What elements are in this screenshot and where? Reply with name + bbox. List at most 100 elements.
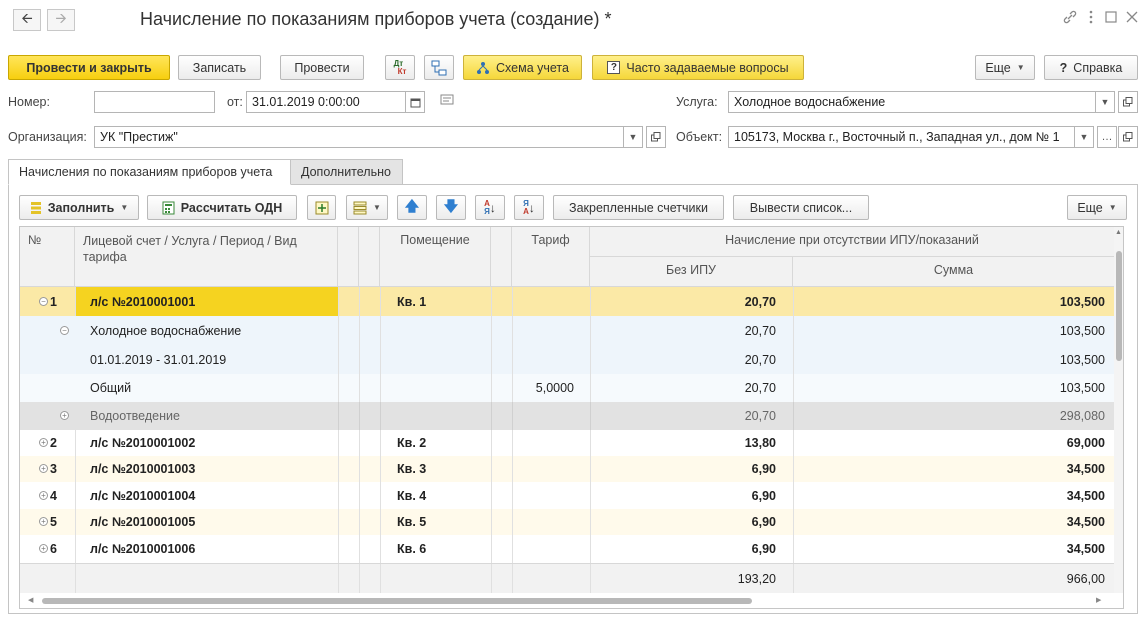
pinned-meters-button[interactable]: Закрепленные счетчики [553,195,724,220]
row-tariff [512,535,574,563]
table-row[interactable]: Общий 5,0000 20,70 103,500 [20,374,1115,402]
table-row[interactable]: +5 л/с №2010001005 Кв. 5 6,90 34,500 [20,509,1115,535]
collapse-icon[interactable]: − [39,297,48,306]
open-icon [1123,97,1133,107]
service-dropdown-button[interactable]: ▼ [1095,91,1115,113]
post-and-close-button[interactable]: Провести и закрыть [8,55,170,80]
row-account: Холодное водоснабжение [90,323,242,338]
column-header-blank-1[interactable] [338,227,359,287]
tab-additional[interactable]: Дополнительно [290,159,403,185]
help-button[interactable]: ? Справка [1044,55,1138,80]
row-no-ipu: 6,90 [751,488,776,503]
scroll-up-icon[interactable]: ▲ [1115,229,1122,236]
move-up-button[interactable]: 🡅 [397,195,427,220]
table-row[interactable]: −1 л/с №2010001001 Кв. 1 20,70 103,500 [20,287,1115,316]
charges-table[interactable]: № Лицевой счет / Услуга / Период / Вид т… [19,226,1124,609]
post-button[interactable]: Провести [280,55,364,80]
close-icon[interactable] [1126,10,1138,26]
expand-icon[interactable]: + [39,517,48,526]
object-dropdown-button[interactable]: ▼ [1074,126,1094,148]
object-label: Объект: [676,130,723,144]
move-down-button[interactable]: 🡇 [436,195,466,220]
row-no-ipu: 6,90 [751,515,776,529]
forward-button[interactable]: 🡪 [47,9,75,31]
column-header-account[interactable]: Лицевой счет / Услуга / Период / Вид тар… [75,227,338,287]
organization-dropdown-button[interactable]: ▼ [623,126,643,148]
column-header-sum[interactable]: Сумма [793,257,1115,287]
table-row[interactable]: 01.01.2019 - 31.01.2019 20,70 103,500 [20,345,1115,374]
fill-icon [30,201,42,215]
link-icon[interactable] [1063,10,1077,27]
date-label: от: [227,95,243,109]
scroll-left-icon[interactable]: ◀ [28,596,33,604]
object-open-button[interactable] [1118,126,1138,148]
back-button[interactable]: 🡨 [13,9,41,31]
row-number [50,374,72,402]
organization-field[interactable]: УК "Престиж" [94,126,624,148]
structure-button[interactable] [424,55,454,80]
service-field[interactable]: Холодное водоснабжение [728,91,1096,113]
account-scheme-button[interactable]: Схема учета [463,55,582,80]
object-clear-button[interactable]: … [1097,126,1117,148]
row-number: 4 [50,488,57,503]
add-row-button[interactable] [307,195,336,220]
row-premises: Кв. 3 [397,462,427,476]
grid-more-button[interactable]: Еще ▼ [1067,195,1127,220]
expand-icon[interactable]: + [39,491,48,500]
number-field[interactable] [94,91,215,113]
table-row[interactable]: +4 л/с №2010001004 Кв. 4 6,90 34,500 [20,482,1115,509]
maximize-icon[interactable] [1105,10,1117,26]
horizontal-scroll-thumb[interactable] [42,598,752,604]
arrow-left-icon: 🡨 [21,10,33,26]
dt-kt-button[interactable]: Дт Кт [385,55,415,80]
comment-icon[interactable] [440,94,454,109]
row-number: 3 [50,462,57,476]
column-header-tariff[interactable]: Тариф [512,227,590,287]
scroll-right-icon[interactable]: ▶ [1096,596,1101,604]
calendar-button[interactable] [405,91,425,113]
expand-icon[interactable]: + [39,464,48,473]
row-account: Водоотведение [90,409,180,423]
expand-icon[interactable]: + [39,544,48,553]
table-row[interactable]: − Холодное водоснабжение 20,70 103,500 [20,316,1115,345]
vertical-scroll-thumb[interactable] [1116,251,1122,361]
table-row[interactable]: +2 л/с №2010001002 Кв. 2 13,80 69,000 [20,430,1115,456]
calc-odn-button[interactable]: Рассчитать ОДН [147,195,297,220]
sort-asc-icon: А Я ↓ [484,198,496,216]
row-no-ipu: 6,90 [751,462,776,476]
column-header-premises[interactable]: Помещение [380,227,491,287]
horizontal-scrollbar[interactable]: ◀ ▶ [20,593,1123,608]
table-row[interactable]: +6 л/с №2010001006 Кв. 6 6,90 34,500 [20,535,1115,563]
table-row[interactable]: +3 л/с №2010001003 Кв. 3 6,90 34,500 [20,456,1115,482]
expand-icon[interactable]: + [39,438,48,447]
faq-button[interactable]: ? Часто задаваемые вопросы [592,55,804,80]
column-header-group[interactable]: Начисление при отсутствии ИПУ/показаний [590,227,1115,257]
sort-desc-button[interactable]: Я А ↓ [514,195,544,220]
column-header-blank-2[interactable] [359,227,380,287]
date-field[interactable]: 31.01.2019 0:00:00 [246,91,406,113]
row-sum: 34,500 [1066,488,1105,503]
open-icon [651,132,661,142]
fill-button[interactable]: Заполнить ▼ [19,195,139,220]
more-vertical-icon[interactable] [1088,10,1094,27]
chevron-down-icon: ▼ [1079,132,1089,142]
arrow-down-icon: 🡇 [443,197,459,214]
sort-asc-button[interactable]: А Я ↓ [475,195,505,220]
service-open-button[interactable] [1118,91,1138,113]
column-header-num[interactable]: № [20,227,75,287]
row-sum: 103,500 [1059,381,1105,395]
more-button[interactable]: Еще ▼ [975,55,1035,80]
column-header-blank-3[interactable] [491,227,512,287]
column-header-no-ipu[interactable]: Без ИПУ [590,257,793,287]
vertical-scrollbar[interactable]: ▲ [1114,227,1123,593]
object-field[interactable]: 105173, Москва г., Восточный п., Западна… [728,126,1075,148]
table-row[interactable]: + Водоотведение 20,70 298,080 [20,402,1115,430]
row-actions-button[interactable]: ▼ [346,195,388,220]
organization-open-button[interactable] [646,126,666,148]
tab-meter-charges[interactable]: Начисления по показаниям приборов учета [8,159,291,185]
calculator-icon [162,201,175,215]
save-button[interactable]: Записать [178,55,261,80]
account-scheme-label: Схема учета [496,60,569,75]
row-sum: 34,500 [1066,515,1105,529]
print-list-button[interactable]: Вывести список... [733,195,869,220]
